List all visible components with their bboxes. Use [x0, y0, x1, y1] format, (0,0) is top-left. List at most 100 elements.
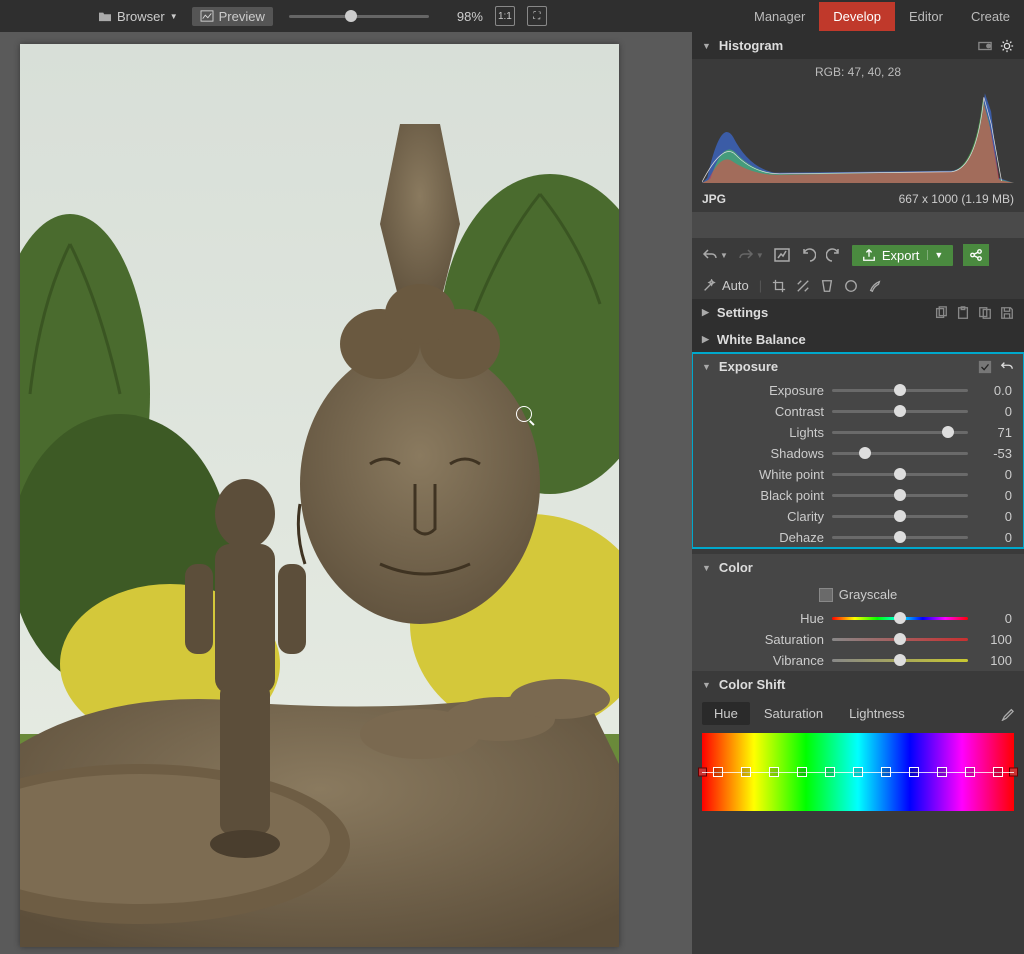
contrast-slider[interactable]	[832, 410, 968, 413]
browser-mode-button[interactable]: Browser ▼	[90, 7, 186, 26]
preview-label: Preview	[219, 9, 265, 24]
sat-knob[interactable]	[894, 633, 906, 645]
checkbox-icon	[819, 588, 833, 602]
share-button[interactable]	[963, 244, 989, 266]
redo-icon	[738, 247, 754, 263]
spectrum-handle[interactable]	[797, 767, 807, 777]
dehaze-slider[interactable]	[832, 536, 968, 539]
perspective-icon[interactable]	[820, 279, 834, 293]
tab-create[interactable]: Create	[957, 2, 1024, 31]
vib-slider-row: Vibrance100	[692, 650, 1024, 671]
black-knob[interactable]	[894, 489, 906, 501]
export-button[interactable]: Export ▼	[852, 245, 954, 266]
clarity-label: Clarity	[704, 509, 824, 524]
color-header[interactable]: ▼ Color	[692, 554, 1024, 581]
vib-value: 100	[976, 653, 1012, 668]
exposure-header[interactable]: ▼ Exposure	[692, 353, 1024, 380]
white-knob[interactable]	[894, 468, 906, 480]
black-slider[interactable]	[832, 494, 968, 497]
save-icon[interactable]	[1000, 306, 1014, 320]
exposure-value: 0.0	[976, 383, 1012, 398]
white-slider[interactable]	[832, 473, 968, 476]
brush-icon[interactable]	[868, 279, 882, 293]
clarity-slider[interactable]	[832, 515, 968, 518]
chevron-down-icon: ▼	[756, 251, 764, 260]
zoom-knob[interactable]	[345, 10, 357, 22]
hue-slider[interactable]	[832, 617, 968, 620]
clarity-knob[interactable]	[894, 510, 906, 522]
histogram-header[interactable]: ▼ Histogram	[692, 32, 1024, 59]
grayscale-checkbox[interactable]: Grayscale	[692, 581, 1024, 608]
white-value: 0	[976, 467, 1012, 482]
shadows-knob[interactable]	[859, 447, 871, 459]
straighten-icon[interactable]	[796, 279, 810, 293]
chevron-right-icon: ▶	[702, 334, 709, 345]
spectrum-handle[interactable]	[937, 767, 947, 777]
tab-develop[interactable]: Develop	[819, 2, 895, 31]
sat-slider[interactable]	[832, 638, 968, 641]
eyedropper-icon[interactable]	[1000, 707, 1014, 721]
export-icon	[862, 248, 876, 262]
lights-knob[interactable]	[942, 426, 954, 438]
auto-button[interactable]: Auto	[702, 278, 749, 293]
zoom-value: 98%	[457, 9, 483, 24]
exposure-label: Exposure	[704, 383, 824, 398]
spectrum-handle[interactable]	[993, 767, 1003, 777]
white-balance-header[interactable]: ▶ White Balance	[692, 326, 1024, 353]
settings-header[interactable]: ▶ Settings	[692, 299, 1024, 326]
tab-saturation[interactable]: Saturation	[752, 702, 835, 725]
sat-slider-row: Saturation100	[692, 629, 1024, 650]
vignette-icon[interactable]	[844, 279, 858, 293]
dehaze-knob[interactable]	[894, 531, 906, 543]
image-viewer[interactable]	[0, 32, 692, 954]
vib-slider[interactable]	[832, 659, 968, 662]
exposure-knob[interactable]	[894, 384, 906, 396]
spectrum-handle[interactable]	[881, 767, 891, 777]
spectrum-handle[interactable]	[769, 767, 779, 777]
share-icon	[969, 248, 983, 262]
black-value: 0	[976, 488, 1012, 503]
contrast-slider-row: Contrast0	[692, 401, 1024, 422]
crop-icon[interactable]	[772, 279, 786, 293]
tab-editor[interactable]: Editor	[895, 2, 957, 31]
histogram-title: Histogram	[719, 38, 783, 53]
spectrum-handle[interactable]	[825, 767, 835, 777]
fit-screen-button[interactable]: ⛶	[527, 6, 547, 26]
clipping-icon[interactable]	[978, 39, 992, 53]
clarity-value: 0	[976, 509, 1012, 524]
shadows-slider[interactable]	[832, 452, 968, 455]
lights-slider[interactable]	[832, 431, 968, 434]
check-icon[interactable]	[978, 360, 992, 374]
compare-icon[interactable]	[774, 247, 790, 263]
rotate-right-icon[interactable]	[826, 247, 842, 263]
settings-title: Settings	[717, 305, 768, 320]
tab-hue[interactable]: Hue	[702, 702, 750, 725]
undo-icon[interactable]	[702, 247, 718, 263]
spectrum-handle[interactable]	[853, 767, 863, 777]
color-shift-spectrum[interactable]	[702, 733, 1014, 811]
spectrum-handle[interactable]	[741, 767, 751, 777]
vib-knob[interactable]	[894, 654, 906, 666]
rotate-left-icon[interactable]	[800, 247, 816, 263]
tab-lightness[interactable]: Lightness	[837, 702, 917, 725]
paste-icon[interactable]	[956, 306, 970, 320]
chevron-down-icon: ▼	[702, 563, 711, 573]
chevron-down-icon[interactable]: ▼	[720, 251, 728, 260]
contrast-label: Contrast	[704, 404, 824, 419]
spectrum-handle[interactable]	[713, 767, 723, 777]
chevron-down-icon[interactable]: ▼	[927, 250, 943, 260]
color-shift-header[interactable]: ▼ Color Shift	[692, 671, 1024, 698]
hue-knob[interactable]	[894, 612, 906, 624]
preview-mode-button[interactable]: Preview	[192, 7, 273, 26]
tab-manager[interactable]: Manager	[740, 2, 819, 31]
image-icon	[200, 10, 214, 22]
zoom-slider[interactable]	[289, 15, 429, 18]
spectrum-handle[interactable]	[909, 767, 919, 777]
copy-icon[interactable]	[934, 306, 948, 320]
gear-icon[interactable]	[1000, 39, 1014, 53]
spectrum-handle[interactable]	[965, 767, 975, 777]
contrast-knob[interactable]	[894, 405, 906, 417]
exposure-slider[interactable]	[832, 389, 968, 392]
reset-icon[interactable]	[1000, 360, 1014, 374]
actual-size-button[interactable]: 1:1	[495, 6, 515, 26]
